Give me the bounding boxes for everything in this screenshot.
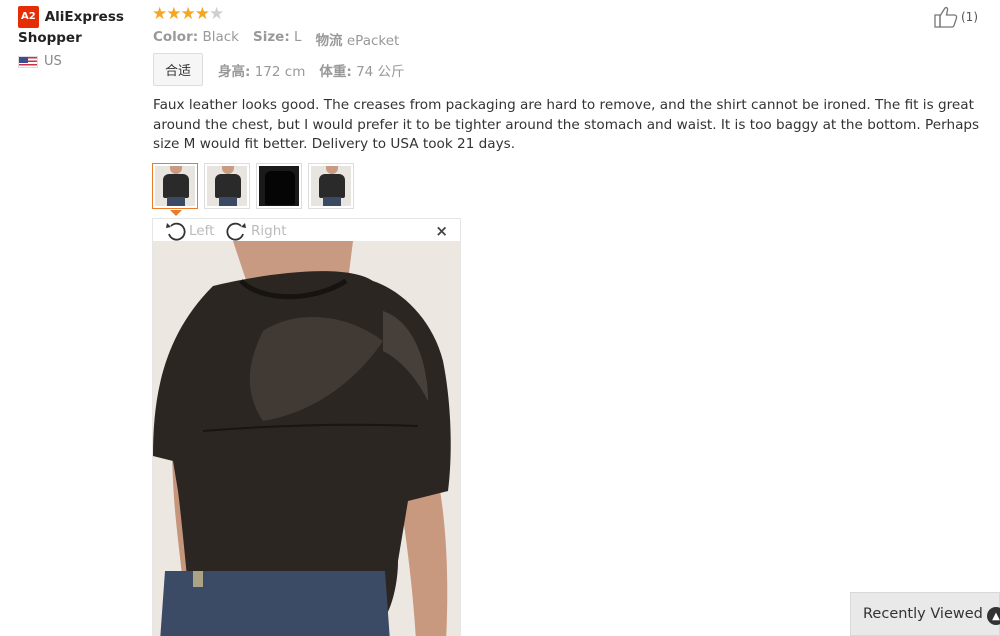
reviewer-country: US <box>18 54 143 69</box>
rotate-left-button[interactable]: Left <box>165 221 214 241</box>
active-thumb-caret <box>170 210 182 216</box>
reviewer-info: A2 AliExpress Shopper US <box>18 6 143 69</box>
reviewer-name-line1: AliExpress <box>44 9 124 25</box>
shirt-photo-illustration <box>153 241 460 636</box>
helpful-button[interactable]: (1) <box>933 6 978 28</box>
helpful-count: (1) <box>961 10 978 24</box>
height-info: 身高: 172 cm <box>218 63 306 80</box>
chevron-up-icon: ▲ <box>987 607 1000 625</box>
reviewer-name: A2 AliExpress Shopper <box>18 6 143 48</box>
rotate-right-icon <box>226 222 246 241</box>
recently-viewed-label: Recently Viewed <box>863 606 983 622</box>
color-attr: Color: Black <box>153 29 239 45</box>
rotate-right-button[interactable]: Right <box>225 221 287 241</box>
review-thumbnail[interactable] <box>308 163 354 209</box>
star-icon: ★ <box>166 4 181 24</box>
rotate-right-label: Right <box>251 223 287 239</box>
review-photo[interactable] <box>153 241 460 636</box>
thumbs-up-icon <box>934 6 958 28</box>
rotate-left-icon <box>166 222 186 241</box>
us-flag-icon <box>18 55 38 68</box>
preview-toolbar: Left Right × <box>153 219 460 243</box>
star-icon: ★ <box>194 4 210 24</box>
photo-preview: Left Right × <box>152 218 461 636</box>
review-photo-thumbnails <box>152 163 354 209</box>
logistics-attr: 物流 ePacket <box>315 33 400 49</box>
star-empty-icon: ★ <box>209 4 224 24</box>
order-attributes: Color: Black Size: L 物流 ePacket <box>153 29 399 49</box>
star-icon: ★ <box>180 4 196 24</box>
rotate-left-label: Left <box>189 223 215 239</box>
fit-info: 合适 身高: 172 cm 体重: 74 公斤 <box>153 53 419 86</box>
star-rating: ★★★★★ <box>152 4 224 24</box>
reviewer-name-line2: Shopper <box>18 30 82 46</box>
close-preview-button[interactable]: × <box>435 222 448 240</box>
review-text: Faux leather looks good. The creases fro… <box>153 97 980 152</box>
review-thumbnail[interactable] <box>256 163 302 209</box>
review-thumbnail[interactable] <box>152 163 198 209</box>
country-code: US <box>44 54 62 69</box>
review-thumbnail[interactable] <box>204 163 250 209</box>
recently-viewed-tab[interactable]: Recently Viewed ▲ <box>850 592 1000 636</box>
star-icon: ★ <box>152 4 167 24</box>
weight-info: 体重: 74 公斤 <box>319 63 405 80</box>
level-badge: A2 <box>18 6 39 28</box>
fit-tag: 合适 <box>153 53 204 86</box>
size-attr: Size: L <box>252 29 302 45</box>
